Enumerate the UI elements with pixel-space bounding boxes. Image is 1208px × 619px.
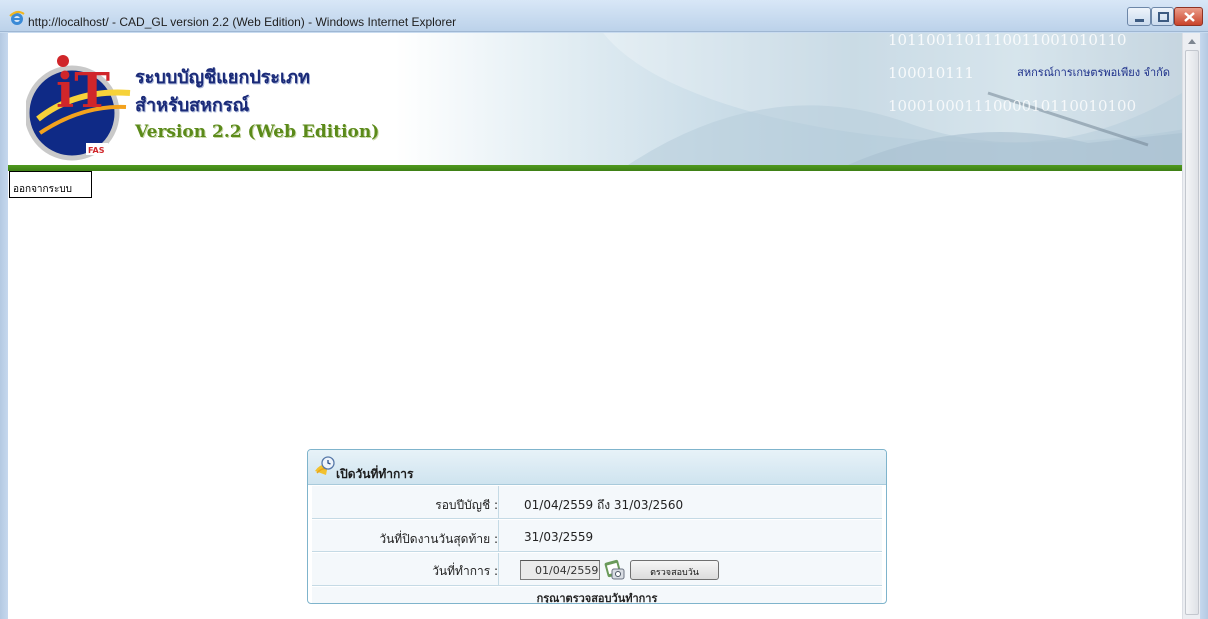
scroll-up-icon	[1188, 39, 1196, 44]
scroll-up-button[interactable]	[1183, 33, 1201, 50]
work-date-input[interactable]: 01/04/2559	[520, 560, 600, 580]
last-close-label: วันที่ปิดงานวันสุดท้าย :	[379, 532, 498, 546]
vertical-scrollbar[interactable]	[1182, 33, 1200, 619]
scroll-thumb[interactable]	[1185, 50, 1199, 615]
title-bar: http://localhost/ - CAD_GL version 2.2 (…	[0, 0, 1208, 32]
logo-badge: FAS	[88, 146, 105, 155]
fiscal-period-value: 01/04/2559 ถึง 31/03/2560	[524, 498, 684, 512]
header-banner: 1011001101110011001010110 100010111 1000…	[8, 33, 1182, 165]
close-button[interactable]	[1174, 7, 1203, 26]
browser-window: http://localhost/ - CAD_GL version 2.2 (…	[0, 0, 1208, 619]
fiscal-period-row: รอบปีบัญชี : 01/04/2559 ถึง 31/03/2560	[312, 486, 882, 519]
fiscal-period-label: รอบปีบัญชี :	[435, 498, 498, 512]
open-workday-panel: เปิดวันที่ทำการ รอบปีบัญชี : 01/04/2559 …	[307, 449, 887, 604]
header-divider	[8, 165, 1182, 171]
system-subtitle: สำหรับสหกรณ์	[135, 95, 250, 116]
it-fas-logo: iT FAS	[26, 55, 131, 161]
binary-text-2: 100010111	[888, 64, 974, 82]
calendar-icon[interactable]	[603, 557, 627, 585]
maximize-icon	[1158, 12, 1169, 22]
window-frame-left	[0, 33, 8, 619]
minimize-icon	[1135, 19, 1144, 22]
clock-icon	[315, 456, 335, 475]
last-close-row: วันที่ปิดงานวันสุดท้าย : 31/03/2559	[312, 520, 882, 552]
message-row: กรุณาตรวจสอบวันทำการ	[312, 587, 882, 603]
binary-text-1: 1011001101110011001010110	[888, 33, 1127, 49]
maximize-button[interactable]	[1151, 7, 1174, 26]
work-date-row: วันที่ทำการ : 01/04/2559 ตรวจสอบวัน	[312, 553, 882, 586]
page-viewport: 1011001101110011001010110 100010111 1000…	[8, 33, 1182, 619]
system-title: ระบบบัญชีแยกประเภท	[135, 67, 310, 88]
logout-button[interactable]: ออกจากระบบ	[9, 171, 92, 198]
validation-message: กรุณาตรวจสอบวันทำการ	[536, 592, 658, 604]
panel-header: เปิดวันที่ทำการ	[308, 450, 886, 485]
window-title: http://localhost/ - CAD_GL version 2.2 (…	[28, 15, 457, 29]
panel-title: เปิดวันที่ทำการ	[336, 467, 414, 481]
system-version: Version 2.2 (Web Edition)	[135, 122, 380, 142]
window-frame-right	[1200, 33, 1208, 619]
minimize-button[interactable]	[1127, 7, 1151, 26]
last-close-value: 31/03/2559	[524, 530, 594, 544]
work-date-label: วันที่ทำการ :	[432, 564, 498, 578]
row-divider	[498, 520, 499, 551]
binary-text-3: 10001000111000010110010100	[888, 97, 1136, 115]
row-divider	[498, 486, 499, 518]
close-icon	[1184, 12, 1195, 22]
ie-icon	[9, 10, 25, 26]
logo-letters: iT	[56, 63, 110, 119]
coop-name: สหกรณ์การเกษตรพอเพียง จำกัด	[1017, 66, 1170, 79]
check-date-button[interactable]: ตรวจสอบวัน	[630, 560, 719, 580]
row-divider	[498, 553, 499, 585]
